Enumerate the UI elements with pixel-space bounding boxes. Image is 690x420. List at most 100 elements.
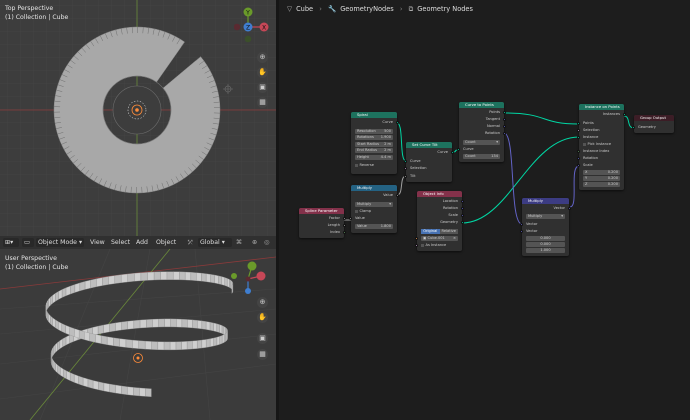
node-set-curve-tilt[interactable]: Set Curve Tilt Curve Curve Selection Til… (404, 142, 454, 182)
field-count[interactable]: Count 134 (463, 154, 500, 159)
hand-icon[interactable]: ✋ (257, 67, 268, 78)
socket-label: Curve (437, 150, 448, 154)
node-title: Group Output (634, 115, 674, 121)
socket-label: Value (383, 193, 393, 197)
gizmo-y-axis[interactable] (247, 261, 257, 271)
navigation-gizmo[interactable] (230, 253, 272, 295)
object-field[interactable]: ▣ Cube.001 × (421, 236, 458, 241)
view-collection-label: (1) Collection | Cube (5, 264, 69, 271)
node-spiral[interactable]: Spiral Curve Resolution 500 Rotations 1.90… (351, 112, 399, 174)
editor-type-icon[interactable]: ⊞▾ (3, 238, 19, 247)
input-socket[interactable] (415, 237, 419, 241)
gizmo-x-axis[interactable] (256, 271, 266, 281)
pivot-icon[interactable]: ⌘ (236, 236, 242, 249)
node-instance-on-points[interactable]: Instance on Points Instances Points Sele… (577, 104, 626, 190)
zoom-icon[interactable]: ⊕ (257, 297, 268, 308)
geometry-node-editor[interactable]: ▽ Cube › 🔧 GeometryNodes › ⧉ Geometry Nodes… (279, 0, 690, 420)
socket-label: Instances (602, 112, 620, 116)
mode-dropdown[interactable]: Count ▾ (463, 140, 500, 145)
socket-label: Rotation (484, 131, 500, 135)
socket-label: Curve (410, 159, 421, 163)
vector-y-field[interactable]: 0.000 (526, 242, 565, 247)
gizmo-z-axis[interactable] (245, 288, 251, 294)
scale-x-field[interactable]: X 0.200 (583, 170, 620, 175)
orientation-select[interactable]: Global ▾ (198, 238, 232, 247)
view-collection-label: (1) Collection | Cube (5, 14, 69, 21)
camera-icon[interactable]: ▣ (257, 333, 268, 344)
menu-select[interactable]: Select (111, 236, 130, 249)
field-resolution[interactable]: Resolution 500 (355, 129, 393, 134)
menu-object[interactable]: Object (156, 236, 176, 249)
socket-label: Tangent (485, 117, 500, 121)
view-perspective-label: Top Perspective (5, 5, 54, 12)
proportional-icon[interactable]: ◎ (264, 236, 269, 249)
operation-dropdown[interactable]: Multiply ▾ (526, 214, 565, 219)
transform-orientation-icon[interactable]: ⤱ (188, 236, 193, 249)
vector-x-field[interactable]: 0.000 (526, 236, 565, 241)
checkbox-pick-instance[interactable]: Pick Instance (579, 142, 624, 147)
socket-label: Vector (553, 206, 565, 210)
socket-label: Geometry (440, 220, 458, 224)
node-title: Spline Parameter (299, 208, 344, 214)
snap-icon[interactable]: ⊕ (252, 236, 257, 249)
socket-label: Index (330, 230, 340, 234)
node-group-output[interactable]: Group Output Geometry (632, 115, 674, 133)
node-title: Set Curve Tilt (406, 142, 452, 148)
transform-space-toggle[interactable]: Original Relative (421, 229, 458, 234)
scale-z-field[interactable]: Z 0.200 (583, 182, 620, 187)
operation-dropdown[interactable]: Multiply ▾ (355, 202, 393, 207)
socket-label: Tilt (410, 174, 416, 178)
socket-label: Rotation (442, 206, 458, 210)
vector-z-field[interactable]: 1.000 (526, 248, 565, 253)
socket-label: Normal (486, 124, 500, 128)
mode-select[interactable]: Object Mode ▾ (36, 238, 84, 247)
checkbox-clamp[interactable]: Clamp (351, 209, 397, 214)
toggle-relative[interactable]: Relative (439, 229, 458, 234)
scale-y-field[interactable]: Y 0.200 (583, 176, 620, 181)
socket-label: Points (583, 121, 594, 125)
socket-label: Scale (583, 163, 593, 167)
viewport-user[interactable]: User Perspective (1) Collection | Cube ⊕… (0, 249, 276, 420)
navigation-gizmo[interactable]: Y X Z (234, 6, 272, 44)
svg-text:X: X (262, 24, 266, 31)
spiral-staircase-perspective-mesh (45, 271, 234, 397)
node-spline-parameter[interactable]: Spline Parameter Factor Length Index (299, 208, 346, 238)
grid-icon[interactable]: ▦ (257, 97, 268, 108)
node-title: Spiral (351, 112, 397, 118)
view-perspective-label: User Perspective (5, 255, 57, 262)
field-start-radius[interactable]: Start Radius 2 m (355, 142, 393, 147)
socket-label: Instance Index (583, 149, 610, 153)
checkbox-reverse[interactable]: Reverse (351, 163, 397, 168)
socket-label: Scale (448, 213, 458, 217)
socket-label: Geometry (638, 125, 656, 129)
socket-label: Vector (526, 229, 538, 233)
grid-icon[interactable]: ▦ (257, 349, 268, 360)
socket-label: Factor (328, 216, 340, 220)
socket-label: Points (489, 110, 500, 114)
socket-label: Selection (583, 128, 600, 132)
socket-label: Length (327, 223, 340, 227)
field-value[interactable]: Value 1.800 (355, 224, 393, 229)
node-title: Multiply (522, 198, 569, 204)
socket-label: Rotation (583, 156, 599, 160)
node-title: Multiply (351, 185, 397, 191)
node-vector-multiply[interactable]: Multiply Vector Multiply ▾ Vector Vector … (520, 198, 571, 256)
viewport-top[interactable]: Top Perspective (1) Collection | Cube Y … (0, 0, 276, 236)
node-curve-to-points[interactable]: Curve to Points Points Tangent Normal Ro… (457, 102, 506, 162)
toggle-original[interactable]: Original (421, 229, 440, 234)
socket-label: Location (442, 199, 458, 203)
menu-add[interactable]: Add (136, 236, 148, 249)
view3d-header: ⊞▾ ▭ Object Mode ▾ View Select Add Objec… (0, 236, 276, 249)
field-rotations[interactable]: Rotations 1.900 (355, 135, 393, 140)
zoom-icon[interactable]: ⊕ (257, 52, 268, 63)
mode-icon[interactable]: ▭ (22, 238, 34, 247)
node-math-multiply[interactable]: Multiply Value Multiply ▾ Clamp Value Val… (349, 185, 399, 233)
node-object-info[interactable]: Object Info Location Rotation Scale Geom… (415, 191, 464, 251)
checkbox-as-instance[interactable]: As Instance (417, 243, 462, 248)
camera-icon[interactable]: ▣ (257, 82, 268, 93)
field-height[interactable]: Height 4.4 m (355, 155, 393, 160)
socket-label: Curve (463, 147, 474, 151)
hand-icon[interactable]: ✋ (257, 312, 268, 323)
field-end-radius[interactable]: End Radius 2 m (355, 148, 393, 153)
menu-view[interactable]: View (90, 236, 105, 249)
